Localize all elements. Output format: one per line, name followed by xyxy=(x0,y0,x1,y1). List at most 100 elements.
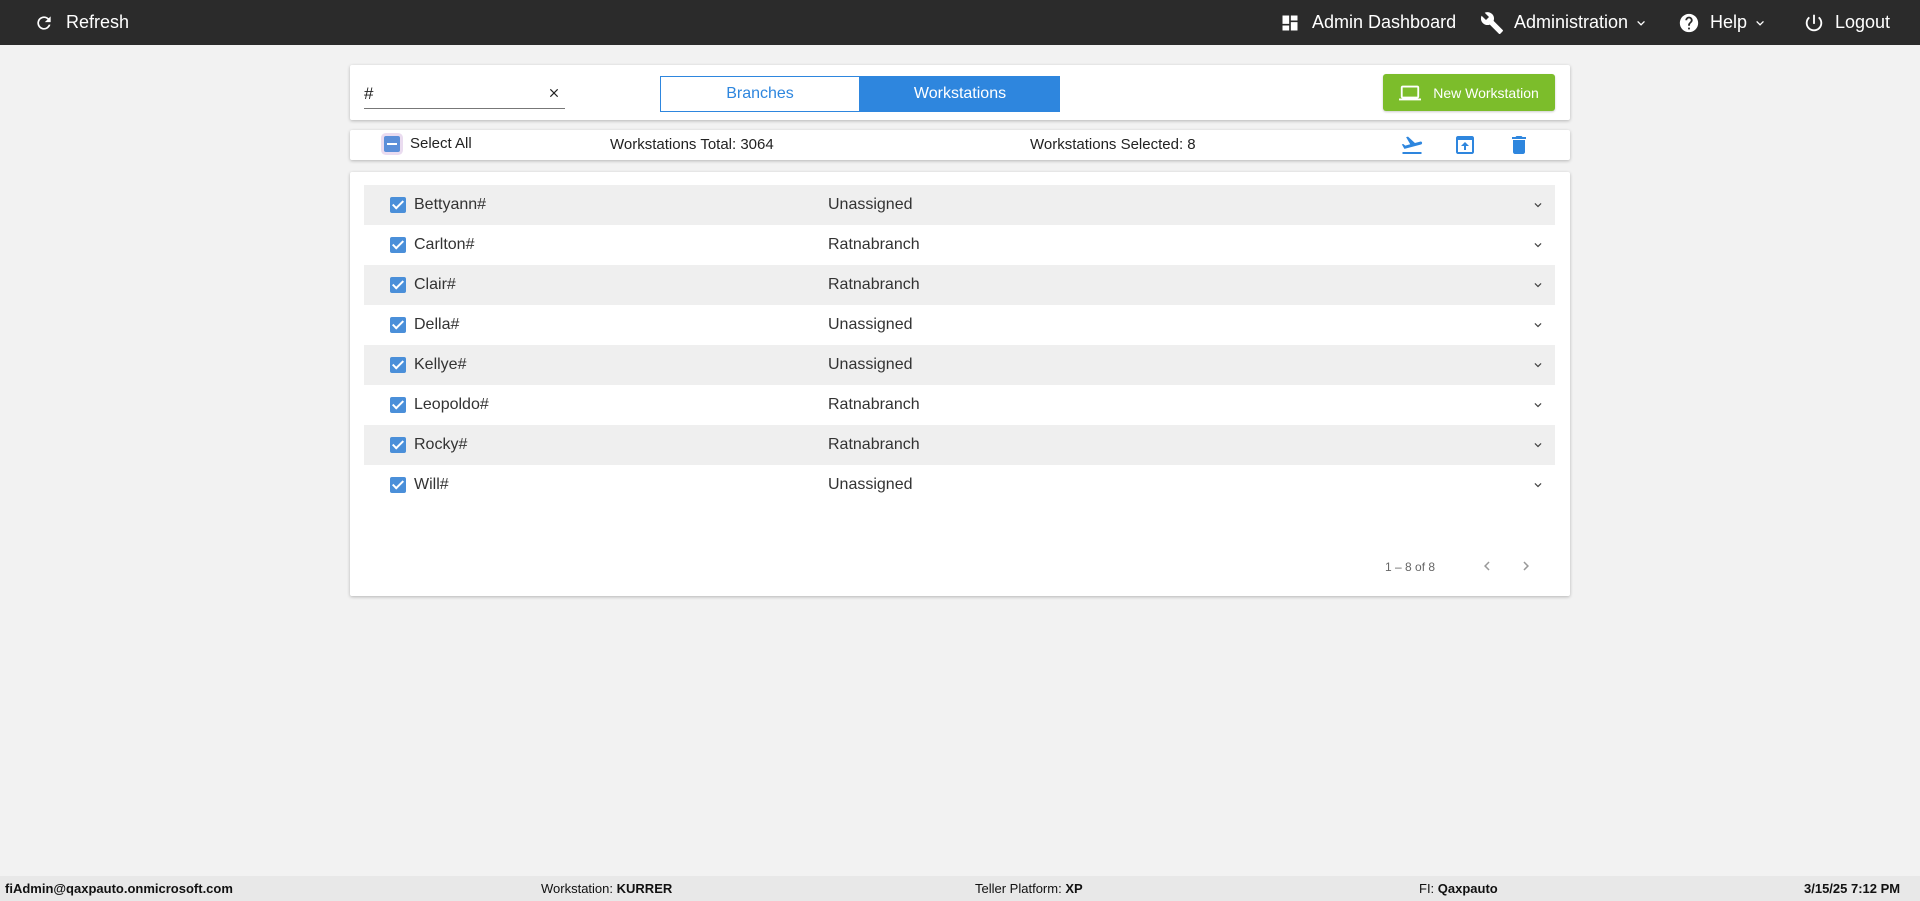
row-checkbox[interactable] xyxy=(390,317,406,333)
workstation-name: Kellye# xyxy=(414,356,467,373)
workstation-branch: Unassigned xyxy=(828,196,913,213)
new-workstation-button[interactable]: New Workstation xyxy=(1383,74,1555,111)
workstation-branch: Unassigned xyxy=(828,356,913,373)
chevron-left-icon xyxy=(1484,561,1490,571)
close-icon xyxy=(549,88,559,98)
wrench-icon xyxy=(1480,11,1503,34)
workstation-branch: Unassigned xyxy=(828,316,913,333)
status-fi-value: Qaxpauto xyxy=(1437,881,1498,896)
workstation-branch: Ratnabranch xyxy=(828,436,920,453)
expand-row-button[interactable] xyxy=(1531,358,1545,372)
pagination-range: 1 – 8 of 8 xyxy=(1385,560,1436,574)
row-checkbox[interactable] xyxy=(390,277,406,293)
search-field xyxy=(364,81,565,109)
search-input[interactable] xyxy=(364,81,534,107)
row-checkbox[interactable] xyxy=(390,477,406,493)
previous-page-button[interactable] xyxy=(1478,557,1496,575)
admin-dashboard-label: Admin Dashboard xyxy=(1312,12,1457,32)
expand-row-button[interactable] xyxy=(1531,198,1545,212)
chevron-down-icon xyxy=(1756,20,1764,26)
table-row[interactable]: Bettyann# Unassigned xyxy=(364,185,1555,225)
workstation-name: Rocky# xyxy=(414,436,468,453)
row-checkbox[interactable] xyxy=(390,237,406,253)
status-bar: fiAdmin@qaxpauto.onmicrosoft.com Worksta… xyxy=(0,876,1920,901)
refresh-button[interactable]: Refresh xyxy=(34,0,129,45)
row-checkbox[interactable] xyxy=(390,357,406,373)
workstations-total: Workstations Total: 3064 xyxy=(610,136,774,153)
next-page-button[interactable] xyxy=(1517,557,1535,575)
chevron-down-icon xyxy=(1534,363,1542,368)
administration-label: Administration xyxy=(1514,12,1629,32)
view-toggle: Branches Workstations xyxy=(660,76,1060,112)
workstation-name: Clair# xyxy=(414,276,456,293)
toolbar-card: Branches Workstations New Workstation xyxy=(350,65,1570,120)
table-row[interactable]: Carlton# Ratnabranch xyxy=(364,225,1555,265)
workstation-list-card: Bettyann# Unassigned Carlton# Ratnabranc… xyxy=(350,172,1570,596)
indeterminate-checkbox-icon xyxy=(384,135,400,152)
workstation-list: Bettyann# Unassigned Carlton# Ratnabranc… xyxy=(364,185,1555,505)
transfer-workstations-button[interactable] xyxy=(1400,133,1424,157)
workstation-name: Carlton# xyxy=(414,236,475,253)
expand-row-button[interactable] xyxy=(1531,278,1545,292)
status-fi-label: FI: xyxy=(1419,881,1435,896)
table-row[interactable]: Kellye# Unassigned xyxy=(364,345,1555,385)
table-row[interactable]: Clair# Ratnabranch xyxy=(364,265,1555,305)
power-icon xyxy=(1805,14,1823,31)
chevron-down-icon xyxy=(1534,283,1542,288)
workstation-name: Leopoldo# xyxy=(414,396,489,413)
refresh-label: Refresh xyxy=(66,12,130,32)
expand-row-button[interactable] xyxy=(1531,318,1545,332)
status-teller-platform-value: XP xyxy=(1065,881,1083,896)
workstation-branch: Ratnabranch xyxy=(828,396,920,413)
chevron-down-icon xyxy=(1534,323,1542,328)
chevron-down-icon xyxy=(1534,403,1542,408)
expand-row-button[interactable] xyxy=(1531,438,1545,452)
table-row[interactable]: Will# Unassigned xyxy=(364,465,1555,505)
status-workstation: Workstation: KURRER xyxy=(541,881,672,896)
help-circle-icon xyxy=(1679,13,1699,32)
delete-button[interactable] xyxy=(1507,133,1531,157)
status-teller-platform: Teller Platform: XP xyxy=(975,881,1083,896)
laptop-icon xyxy=(1399,85,1422,100)
help-label: Help xyxy=(1710,12,1748,32)
logout-button[interactable]: Logout xyxy=(1803,0,1890,45)
selection-bar: Select All Workstations Total: 3064 Work… xyxy=(350,130,1570,160)
chevron-right-icon xyxy=(1523,561,1529,571)
row-checkbox[interactable] xyxy=(390,437,406,453)
expand-row-button[interactable] xyxy=(1531,478,1545,492)
status-workstation-value: KURRER xyxy=(616,881,673,896)
tab-workstations[interactable]: Workstations xyxy=(860,76,1060,112)
row-checkbox[interactable] xyxy=(390,197,406,213)
table-row[interactable]: Rocky# Ratnabranch xyxy=(364,425,1555,465)
status-workstation-label: Workstation: xyxy=(541,881,614,896)
select-all-checkbox[interactable]: Select All xyxy=(384,135,472,152)
expand-row-button[interactable] xyxy=(1531,398,1545,412)
refresh-icon xyxy=(37,15,51,30)
table-row[interactable]: Leopoldo# Ratnabranch xyxy=(364,385,1555,425)
status-fi: FI: Qaxpauto xyxy=(1419,881,1498,896)
flight-takeoff-icon xyxy=(1401,136,1423,154)
status-user: fiAdmin@qaxpauto.onmicrosoft.com xyxy=(5,881,233,896)
chevron-down-icon xyxy=(1534,243,1542,248)
administration-menu[interactable]: Administration xyxy=(1480,0,1648,45)
clear-search-button[interactable] xyxy=(547,86,561,100)
help-menu[interactable]: Help xyxy=(1678,0,1767,45)
logout-label: Logout xyxy=(1835,12,1891,32)
select-all-label: Select All xyxy=(410,135,472,152)
upload-icon xyxy=(1456,136,1474,154)
tab-branches[interactable]: Branches xyxy=(660,76,860,112)
workstation-name: Della# xyxy=(414,316,460,333)
row-checkbox[interactable] xyxy=(390,397,406,413)
chevron-down-icon xyxy=(1534,203,1542,208)
workstation-branch: Unassigned xyxy=(828,476,913,493)
table-row[interactable]: Della# Unassigned xyxy=(364,305,1555,345)
workstation-name: Will# xyxy=(414,476,449,493)
admin-dashboard-link[interactable]: Admin Dashboard xyxy=(1280,0,1456,45)
dashboard-icon xyxy=(1282,15,1298,30)
chevron-down-icon xyxy=(1637,20,1645,26)
top-navbar: Refresh Admin Dashboard Administration H… xyxy=(0,0,1920,45)
expand-row-button[interactable] xyxy=(1531,238,1545,252)
workstation-name: Bettyann# xyxy=(414,196,487,213)
workstation-branch: Ratnabranch xyxy=(828,236,920,253)
upload-button[interactable] xyxy=(1453,133,1477,157)
